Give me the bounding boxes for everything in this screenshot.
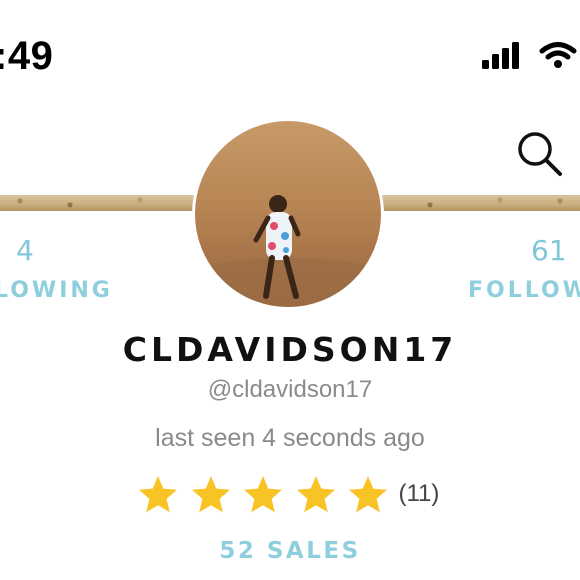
- last-seen-status: last seen 4 seconds ago: [155, 424, 425, 452]
- sales-count[interactable]: 52 SALES: [0, 538, 580, 564]
- rating[interactable]: (11): [138, 474, 439, 514]
- avatar[interactable]: [192, 118, 384, 310]
- wifi-icon: [539, 42, 577, 68]
- username: CLDAVIDSON17: [122, 330, 458, 369]
- following-count[interactable]: 4: [16, 234, 34, 267]
- status-time: :49: [0, 34, 54, 78]
- search-icon[interactable]: [514, 128, 564, 178]
- star-icon: [139, 476, 177, 513]
- followers-count[interactable]: 61: [531, 234, 567, 267]
- star-icon: [191, 476, 230, 513]
- handle: @cldavidson17: [207, 376, 373, 403]
- star-icon: [244, 476, 282, 513]
- star-icon: [296, 476, 335, 513]
- following-label[interactable]: LOWING: [0, 278, 113, 303]
- review-count: (11): [398, 480, 440, 507]
- followers-label[interactable]: FOLLOW: [468, 278, 580, 303]
- star-icon: [349, 476, 387, 513]
- cellular-signal-icon: [482, 42, 519, 69]
- status-icons: [480, 40, 580, 70]
- avatar-photo: [195, 195, 381, 307]
